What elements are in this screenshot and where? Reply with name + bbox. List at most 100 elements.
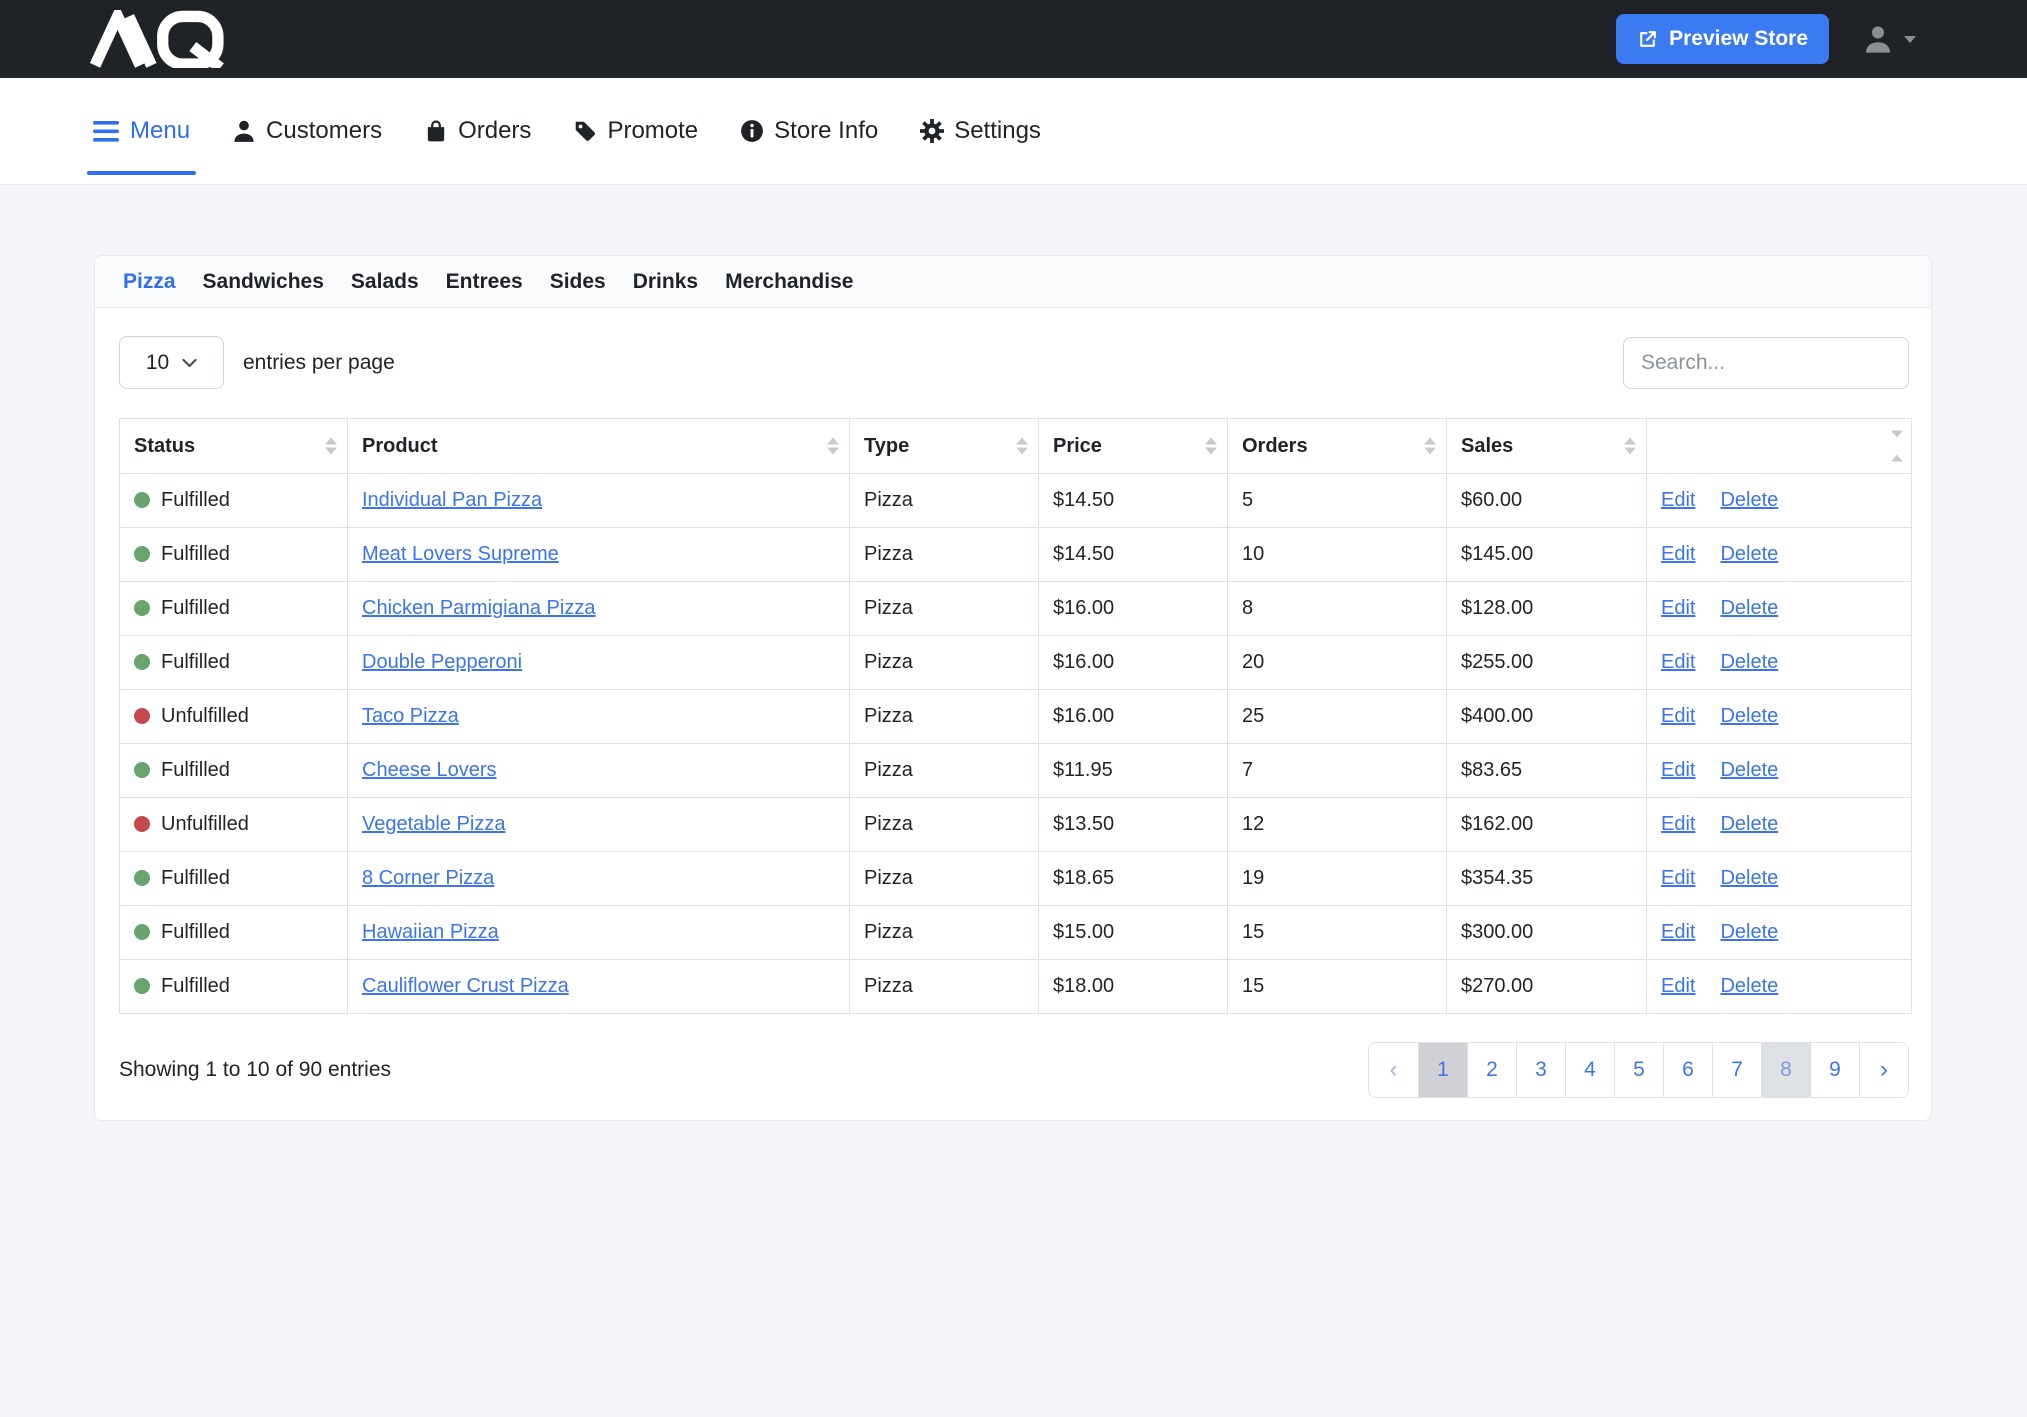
product-link[interactable]: Cheese Lovers	[362, 759, 497, 781]
column-header-price[interactable]: Price	[1039, 419, 1228, 474]
sales-cell: $83.65	[1447, 744, 1647, 798]
delete-link[interactable]: Delete	[1720, 705, 1778, 727]
product-link[interactable]: Double Pepperoni	[362, 651, 522, 673]
search-input[interactable]	[1623, 337, 1909, 389]
tab-pizza[interactable]: Pizza	[123, 270, 176, 294]
nav-item-settings[interactable]: Settings	[920, 117, 1041, 145]
delete-link[interactable]: Delete	[1720, 813, 1778, 835]
tab-drinks[interactable]: Drinks	[633, 270, 698, 294]
sales-cell: $255.00	[1447, 636, 1647, 690]
pagination-page[interactable]: 3	[1516, 1043, 1565, 1097]
orders-cell: 12	[1228, 798, 1447, 852]
pagination-page[interactable]: 9	[1810, 1043, 1859, 1097]
edit-link[interactable]: Edit	[1661, 543, 1695, 565]
pagination-page[interactable]: 5	[1614, 1043, 1663, 1097]
sort-icon[interactable]	[325, 438, 337, 455]
delete-link[interactable]: Delete	[1720, 975, 1778, 997]
delete-link[interactable]: Delete	[1720, 651, 1778, 673]
product-link[interactable]: Individual Pan Pizza	[362, 489, 542, 511]
orders-cell: 7	[1228, 744, 1447, 798]
nav-item-store-info[interactable]: Store Info	[740, 117, 878, 145]
delete-link[interactable]: Delete	[1720, 867, 1778, 889]
type-cell: Pizza	[850, 906, 1039, 960]
pagination-page[interactable]: 6	[1663, 1043, 1712, 1097]
edit-link[interactable]: Edit	[1661, 921, 1695, 943]
type-cell: Pizza	[850, 636, 1039, 690]
pagination-prev[interactable]: ‹	[1369, 1043, 1418, 1097]
logo[interactable]	[90, 10, 253, 68]
sort-icon[interactable]	[1891, 431, 1903, 462]
column-header-status[interactable]: Status	[120, 419, 348, 474]
preview-store-button[interactable]: Preview Store	[1616, 14, 1829, 64]
column-header-type[interactable]: Type	[850, 419, 1039, 474]
price-cell: $13.50	[1039, 798, 1228, 852]
column-header-product[interactable]: Product	[348, 419, 850, 474]
external-link-icon	[1637, 29, 1658, 50]
status-cell: Unfulfilled	[120, 798, 348, 852]
status-cell: Unfulfilled	[120, 690, 348, 744]
product-link[interactable]: Meat Lovers Supreme	[362, 543, 559, 565]
tab-entrees[interactable]: Entrees	[446, 270, 523, 294]
edit-link[interactable]: Edit	[1661, 705, 1695, 727]
pagination-page[interactable]: 1	[1418, 1043, 1467, 1097]
pagination-page[interactable]: 2	[1467, 1043, 1516, 1097]
pagination-page[interactable]: 8	[1761, 1043, 1810, 1097]
product-link[interactable]: Chicken Parmigiana Pizza	[362, 597, 595, 619]
tab-sandwiches[interactable]: Sandwiches	[203, 270, 324, 294]
edit-link[interactable]: Edit	[1661, 975, 1695, 997]
account-menu[interactable]	[1863, 24, 1916, 54]
nav-item-menu[interactable]: Menu	[93, 117, 190, 145]
sort-icon[interactable]	[1624, 438, 1636, 455]
price-cell: $14.50	[1039, 528, 1228, 582]
delete-link[interactable]: Delete	[1720, 543, 1778, 565]
status-label: Unfulfilled	[161, 705, 249, 727]
edit-link[interactable]: Edit	[1661, 651, 1695, 673]
status-label: Fulfilled	[161, 489, 230, 511]
edit-link[interactable]: Edit	[1661, 597, 1695, 619]
column-header-label: Price	[1053, 435, 1102, 457]
screen: Preview Store	[0, 0, 2027, 1417]
edit-link[interactable]: Edit	[1661, 867, 1695, 889]
edit-link[interactable]: Edit	[1661, 489, 1695, 511]
status-dot-icon	[134, 600, 150, 616]
delete-link[interactable]: Delete	[1720, 597, 1778, 619]
tab-salads[interactable]: Salads	[351, 270, 419, 294]
pagination-page[interactable]: 4	[1565, 1043, 1614, 1097]
entries-per-page-label: entries per page	[243, 351, 395, 375]
product-link[interactable]: Cauliflower Crust Pizza	[362, 975, 569, 997]
sort-icon[interactable]	[1205, 438, 1217, 455]
nav-label: Menu	[130, 117, 190, 145]
product-link[interactable]: Taco Pizza	[362, 705, 459, 727]
pagination-next[interactable]: ›	[1859, 1043, 1908, 1097]
price-cell: $16.00	[1039, 636, 1228, 690]
status-dot-icon	[134, 816, 150, 832]
nav-item-orders[interactable]: Orders	[424, 117, 531, 145]
sort-icon[interactable]	[1424, 438, 1436, 455]
nav-item-promote[interactable]: Promote	[573, 117, 698, 145]
column-header-actions[interactable]	[1647, 419, 1912, 474]
product-link[interactable]: 8 Corner Pizza	[362, 867, 494, 889]
entries-per-page-select[interactable]: 10	[119, 336, 224, 389]
person-icon	[232, 119, 256, 143]
edit-link[interactable]: Edit	[1661, 813, 1695, 835]
type-cell: Pizza	[850, 528, 1039, 582]
price-cell: $16.00	[1039, 582, 1228, 636]
entries-summary: Showing 1 to 10 of 90 entries	[119, 1058, 391, 1082]
delete-link[interactable]: Delete	[1720, 921, 1778, 943]
pagination-page[interactable]: 7	[1712, 1043, 1761, 1097]
column-header-sales[interactable]: Sales	[1447, 419, 1647, 474]
sort-icon[interactable]	[1016, 438, 1028, 455]
column-header-label: Orders	[1242, 435, 1308, 457]
edit-link[interactable]: Edit	[1661, 759, 1695, 781]
delete-link[interactable]: Delete	[1720, 759, 1778, 781]
info-icon	[740, 119, 764, 143]
product-link[interactable]: Vegetable Pizza	[362, 813, 505, 835]
product-link[interactable]: Hawaiian Pizza	[362, 921, 499, 943]
tab-sides[interactable]: Sides	[550, 270, 606, 294]
status-label: Fulfilled	[161, 921, 230, 943]
sort-icon[interactable]	[827, 438, 839, 455]
tab-merchandise[interactable]: Merchandise	[725, 270, 853, 294]
column-header-orders[interactable]: Orders	[1228, 419, 1447, 474]
nav-item-customers[interactable]: Customers	[232, 117, 382, 145]
delete-link[interactable]: Delete	[1720, 489, 1778, 511]
